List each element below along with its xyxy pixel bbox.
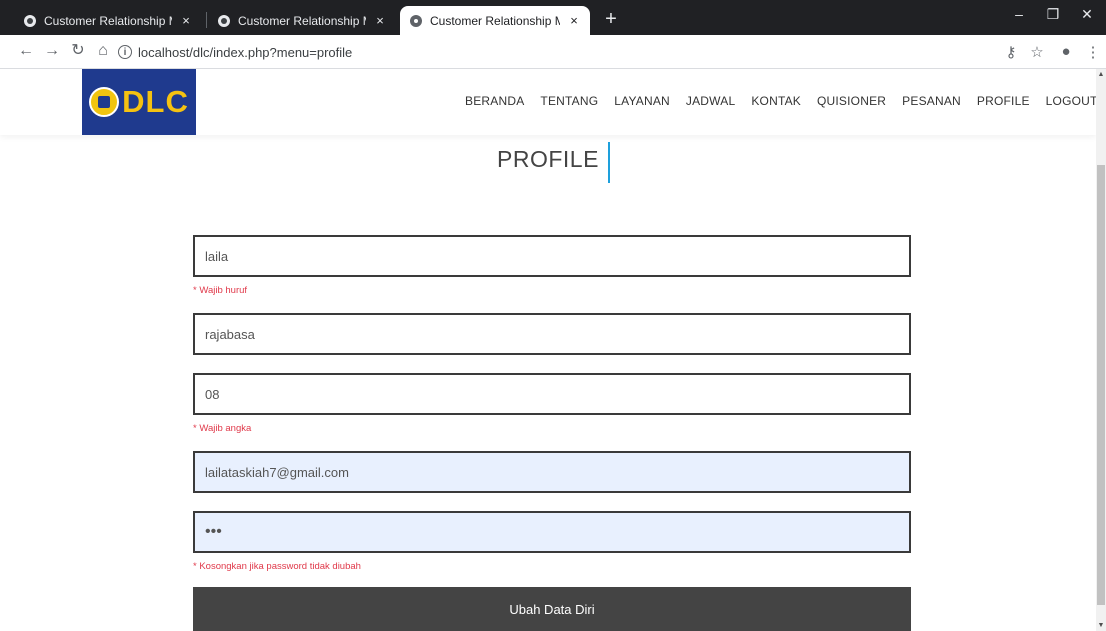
tab-title: Customer Relationship Managem xyxy=(430,13,560,28)
account-icon[interactable]: ● xyxy=(1057,43,1075,60)
page-viewport: DLC BERANDA TENTANG LAYANAN JADWAL KONTA… xyxy=(0,69,1106,631)
new-tab-button[interactable]: + xyxy=(600,8,622,30)
tab-close-icon[interactable]: × xyxy=(372,13,388,28)
site-info-icon[interactable]: i xyxy=(118,45,132,59)
reload-icon[interactable]: ↻ xyxy=(68,41,88,61)
nav-jadwal[interactable]: JADWAL xyxy=(686,94,735,108)
tab-title: Customer Relationship Managem xyxy=(44,13,172,28)
nav-profile[interactable]: PROFILE xyxy=(977,94,1030,108)
restore-icon[interactable]: ❐ xyxy=(1038,6,1068,23)
tab-title: Customer Relationship Managem xyxy=(238,13,366,28)
page-scrollbar[interactable]: ▲ ▼ xyxy=(1096,69,1106,631)
nav-kontak[interactable]: KONTAK xyxy=(751,94,801,108)
tab-separator xyxy=(206,12,207,28)
password-hint: * Kosongkan jika password tidak diubah xyxy=(193,561,361,572)
logo-seal-icon xyxy=(89,87,120,117)
site-favicon-icon xyxy=(218,14,230,27)
main-nav: BERANDA TENTANG LAYANAN JADWAL KONTAK QU… xyxy=(465,94,1098,108)
email-input[interactable] xyxy=(193,451,911,493)
password-input[interactable] xyxy=(193,511,911,553)
browser-tab-1[interactable]: Customer Relationship Managem × xyxy=(14,6,202,35)
scroll-down-icon[interactable]: ▼ xyxy=(1096,622,1106,629)
submit-button[interactable]: Ubah Data Diri xyxy=(193,587,911,631)
minimize-icon[interactable]: – xyxy=(1004,6,1034,22)
nav-pesanan[interactable]: PESANAN xyxy=(902,94,961,108)
browser-menu-icon[interactable]: ⋮ xyxy=(1084,43,1102,61)
browser-tab-2[interactable]: Customer Relationship Managem × xyxy=(208,6,396,35)
site-favicon-icon xyxy=(410,14,422,27)
page-title: PROFILE xyxy=(0,146,1096,173)
tab-close-icon[interactable]: × xyxy=(178,13,194,28)
title-accent-bar xyxy=(608,142,610,183)
tab-close-icon[interactable]: × xyxy=(566,13,582,28)
phone-input[interactable] xyxy=(193,373,911,415)
nav-tentang[interactable]: TENTANG xyxy=(540,94,598,108)
nav-quisioner[interactable]: QUISIONER xyxy=(817,94,886,108)
home-icon[interactable]: ⌂ xyxy=(93,41,113,61)
nav-logout[interactable]: LOGOUT xyxy=(1046,94,1098,108)
logo-text: DLC xyxy=(122,84,189,119)
scrollbar-thumb[interactable] xyxy=(1097,165,1105,605)
name-hint: * Wajib huruf xyxy=(193,285,248,296)
browser-toolbar: ← → ↻ ⌂ i localhost/dlc/index.php?menu=p… xyxy=(0,35,1106,69)
browser-tab-3-active[interactable]: Customer Relationship Managem × xyxy=(400,6,590,35)
address-bar[interactable]: i localhost/dlc/index.php?menu=profile xyxy=(118,40,898,64)
nav-layanan[interactable]: LAYANAN xyxy=(614,94,670,108)
close-window-icon[interactable]: ✕ xyxy=(1072,6,1102,23)
page-title-text: PROFILE xyxy=(497,146,599,172)
back-icon[interactable]: ← xyxy=(16,41,36,61)
name-input[interactable] xyxy=(193,235,911,277)
url-text: localhost/dlc/index.php?menu=profile xyxy=(138,44,353,60)
phone-hint: * Wajib angka xyxy=(193,423,252,434)
nav-beranda[interactable]: BERANDA xyxy=(465,94,524,108)
address-input[interactable] xyxy=(193,313,911,355)
forward-icon[interactable]: → xyxy=(42,41,62,61)
scroll-up-icon[interactable]: ▲ xyxy=(1096,71,1106,78)
site-logo[interactable]: DLC xyxy=(82,69,196,135)
key-icon[interactable]: ⚷ xyxy=(1002,43,1020,61)
site-favicon-icon xyxy=(24,14,36,27)
browser-tab-strip: Customer Relationship Managem × Customer… xyxy=(0,0,1106,35)
bookmark-star-icon[interactable]: ☆ xyxy=(1028,43,1046,61)
site-header: DLC BERANDA TENTANG LAYANAN JADWAL KONTA… xyxy=(0,69,1098,135)
